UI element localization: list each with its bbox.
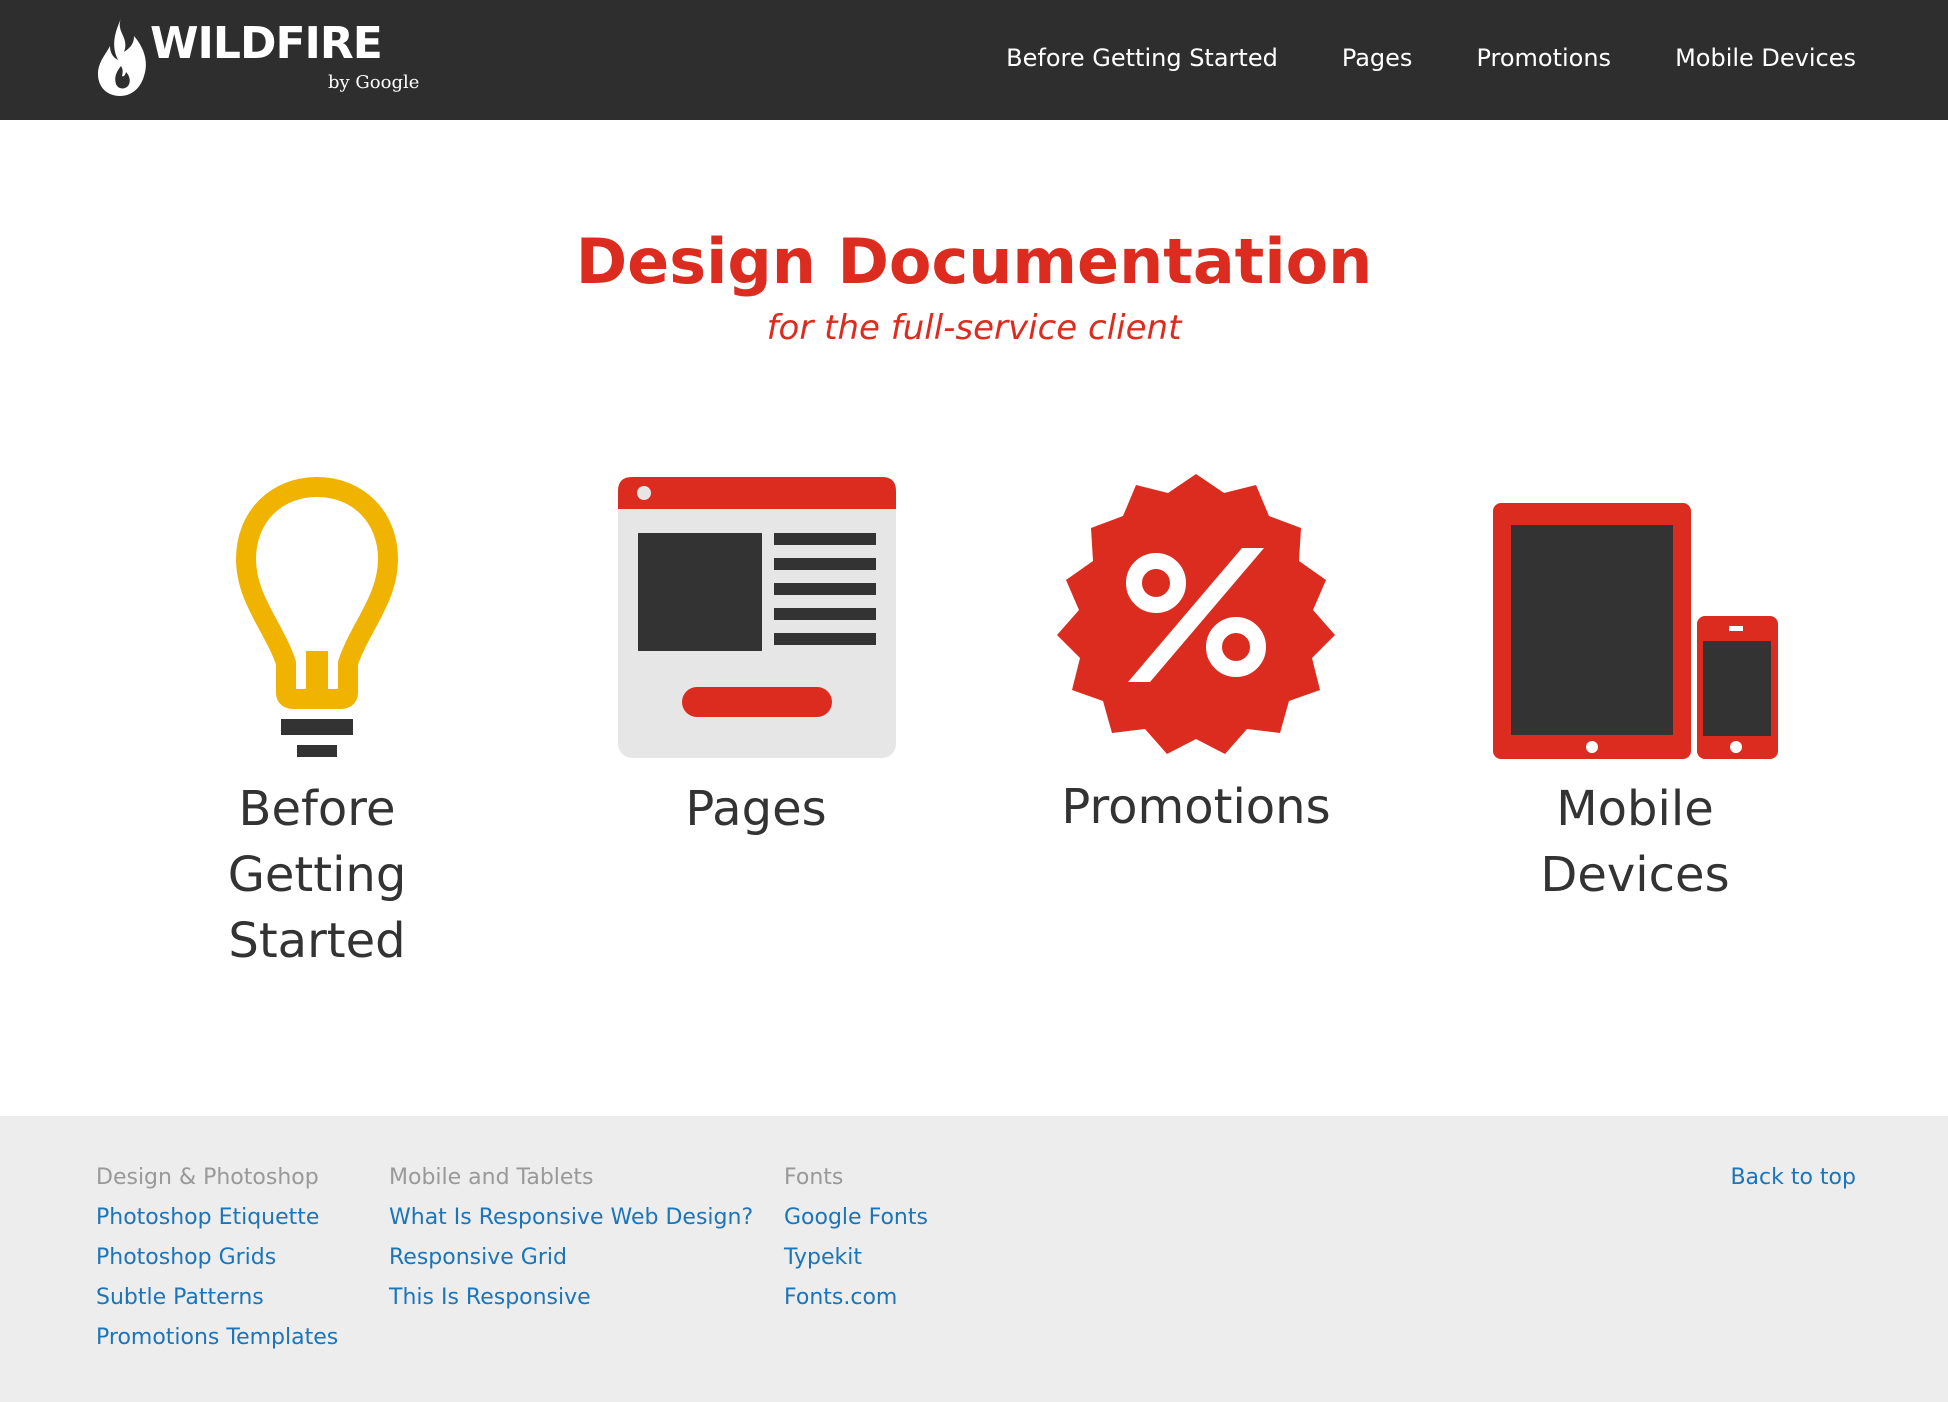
footer-column-mobile: Mobile and Tablets What Is Responsive We…	[389, 1158, 753, 1318]
footer-link-responsive-grid[interactable]: Responsive Grid	[389, 1238, 753, 1278]
card-icon-wrap	[1016, 470, 1376, 770]
footer-link-fonts-com[interactable]: Fonts.com	[784, 1278, 928, 1318]
nav-item-promotions[interactable]: Promotions	[1476, 40, 1611, 76]
card-promotions[interactable]: Promotions	[1016, 470, 1376, 840]
logo-byline: by Google	[328, 72, 420, 93]
footer-link-typekit[interactable]: Typekit	[784, 1238, 928, 1278]
logo-wordmark: WILDFIRE	[150, 18, 383, 69]
webpage-icon	[618, 477, 896, 758]
card-pages[interactable]: Pages	[576, 470, 936, 842]
back-to-top-link[interactable]: Back to top	[1730, 1158, 1856, 1198]
footer-link-promotions-templates[interactable]: Promotions Templates	[96, 1318, 338, 1358]
footer-heading: Fonts	[784, 1165, 844, 1190]
percent-badge-icon	[1057, 474, 1335, 754]
card-label: Promotions	[1061, 779, 1331, 835]
footer-link-photoshop-etiquette[interactable]: Photoshop Etiquette	[96, 1198, 338, 1238]
nav-item-mobile-devices[interactable]: Mobile Devices	[1675, 40, 1856, 76]
card-label: Pages	[685, 781, 827, 837]
footer-column-design: Design & Photoshop Photoshop Etiquette P…	[96, 1158, 338, 1358]
card-before-getting-started[interactable]: Before Getting Started	[137, 470, 497, 974]
page-subtitle: for the full-service client	[766, 308, 1182, 348]
card-label: Mobile Devices	[1540, 781, 1730, 903]
flame-icon	[98, 16, 146, 96]
footer-link-responsive-web-design[interactable]: What Is Responsive Web Design?	[389, 1198, 753, 1238]
card-mobile-devices[interactable]: Mobile Devices	[1455, 470, 1815, 908]
nav-item-before-getting-started[interactable]: Before Getting Started	[1006, 40, 1278, 76]
tablet-phone-icon	[1493, 503, 1778, 759]
footer-heading: Mobile and Tablets	[389, 1165, 594, 1190]
card-label: Before Getting Started	[227, 781, 407, 969]
footer-heading: Design & Photoshop	[96, 1165, 319, 1190]
wildfire-logo[interactable]: WILDFIRE by Google	[94, 10, 424, 102]
card-icon-wrap	[1455, 470, 1815, 770]
card-icon-wrap	[576, 470, 936, 770]
footer-link-google-fonts[interactable]: Google Fonts	[784, 1198, 928, 1238]
footer-link-this-is-responsive[interactable]: This Is Responsive	[389, 1278, 753, 1318]
main-nav: Before Getting Started Pages Promotions …	[942, 40, 1856, 76]
card-icon-wrap	[137, 470, 497, 770]
footer-column-fonts: Fonts Google Fonts Typekit Fonts.com	[784, 1158, 928, 1318]
page-title: Design Documentation	[575, 225, 1373, 298]
site-footer: Design & Photoshop Photoshop Etiquette P…	[0, 1116, 1948, 1402]
nav-item-pages[interactable]: Pages	[1342, 40, 1413, 76]
footer-link-photoshop-grids[interactable]: Photoshop Grids	[96, 1238, 338, 1278]
footer-link-subtle-patterns[interactable]: Subtle Patterns	[96, 1278, 338, 1318]
site-header: WILDFIRE by Google Before Getting Starte…	[0, 0, 1948, 120]
lightbulb-icon	[236, 477, 398, 757]
